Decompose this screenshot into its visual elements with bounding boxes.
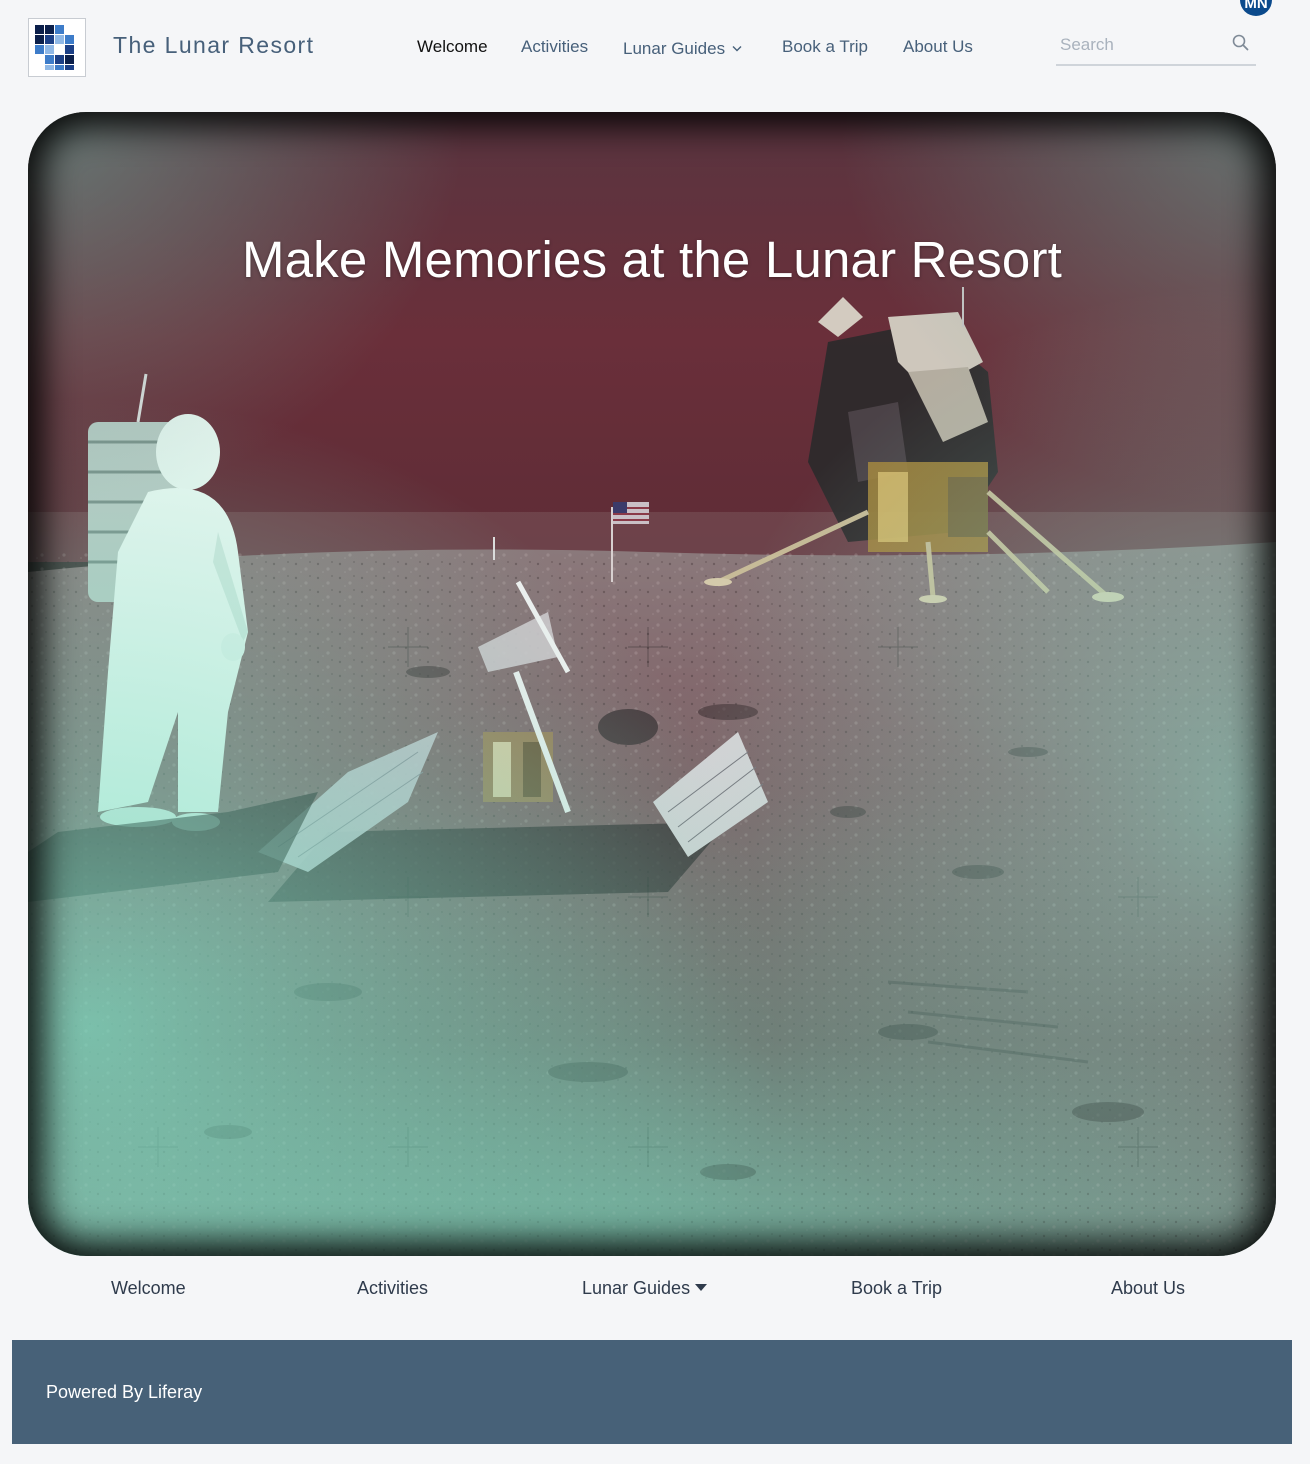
- site-footer: Powered By Liferay: [12, 1340, 1292, 1444]
- subnav-item-lunar-guides[interactable]: Lunar Guides: [582, 1278, 708, 1299]
- hero-title: Make Memories at the Lunar Resort: [241, 231, 1063, 288]
- site-logo[interactable]: [28, 18, 86, 77]
- lunar-resort-logo-icon: [35, 25, 74, 70]
- secondary-nav: Welcome Activities Lunar Guides Book a T…: [0, 1278, 1310, 1304]
- site-header: The Lunar Resort Welcome Activities Luna…: [0, 0, 1310, 100]
- powered-by-link[interactable]: Powered By Liferay: [46, 1382, 202, 1403]
- subnav-item-welcome[interactable]: Welcome: [111, 1278, 186, 1299]
- nav-item-lunar-guides-label: Lunar Guides: [623, 39, 726, 58]
- search-icon[interactable]: [1231, 33, 1251, 53]
- hero-banner: Make Memories at the Lunar Resort: [28, 112, 1276, 1256]
- user-avatar[interactable]: MN: [1240, 0, 1272, 16]
- subnav-item-lunar-guides-label: Lunar Guides: [582, 1278, 691, 1298]
- nav-item-lunar-guides[interactable]: Lunar Guides: [623, 37, 742, 59]
- subnav-item-activities[interactable]: Activities: [357, 1278, 428, 1299]
- subnav-item-book-a-trip[interactable]: Book a Trip: [851, 1278, 942, 1299]
- caret-down-icon: [695, 1284, 708, 1291]
- nav-item-book-a-trip[interactable]: Book a Trip: [782, 37, 868, 57]
- search-bar: [1056, 28, 1256, 66]
- subnav-item-about-us[interactable]: About Us: [1111, 1278, 1185, 1299]
- nav-item-welcome[interactable]: Welcome: [417, 37, 488, 57]
- nav-item-activities[interactable]: Activities: [521, 37, 588, 57]
- site-name[interactable]: The Lunar Resort: [113, 32, 314, 59]
- search-input[interactable]: [1060, 34, 1220, 56]
- nav-item-about-us[interactable]: About Us: [903, 37, 973, 57]
- chevron-down-icon: [732, 37, 742, 57]
